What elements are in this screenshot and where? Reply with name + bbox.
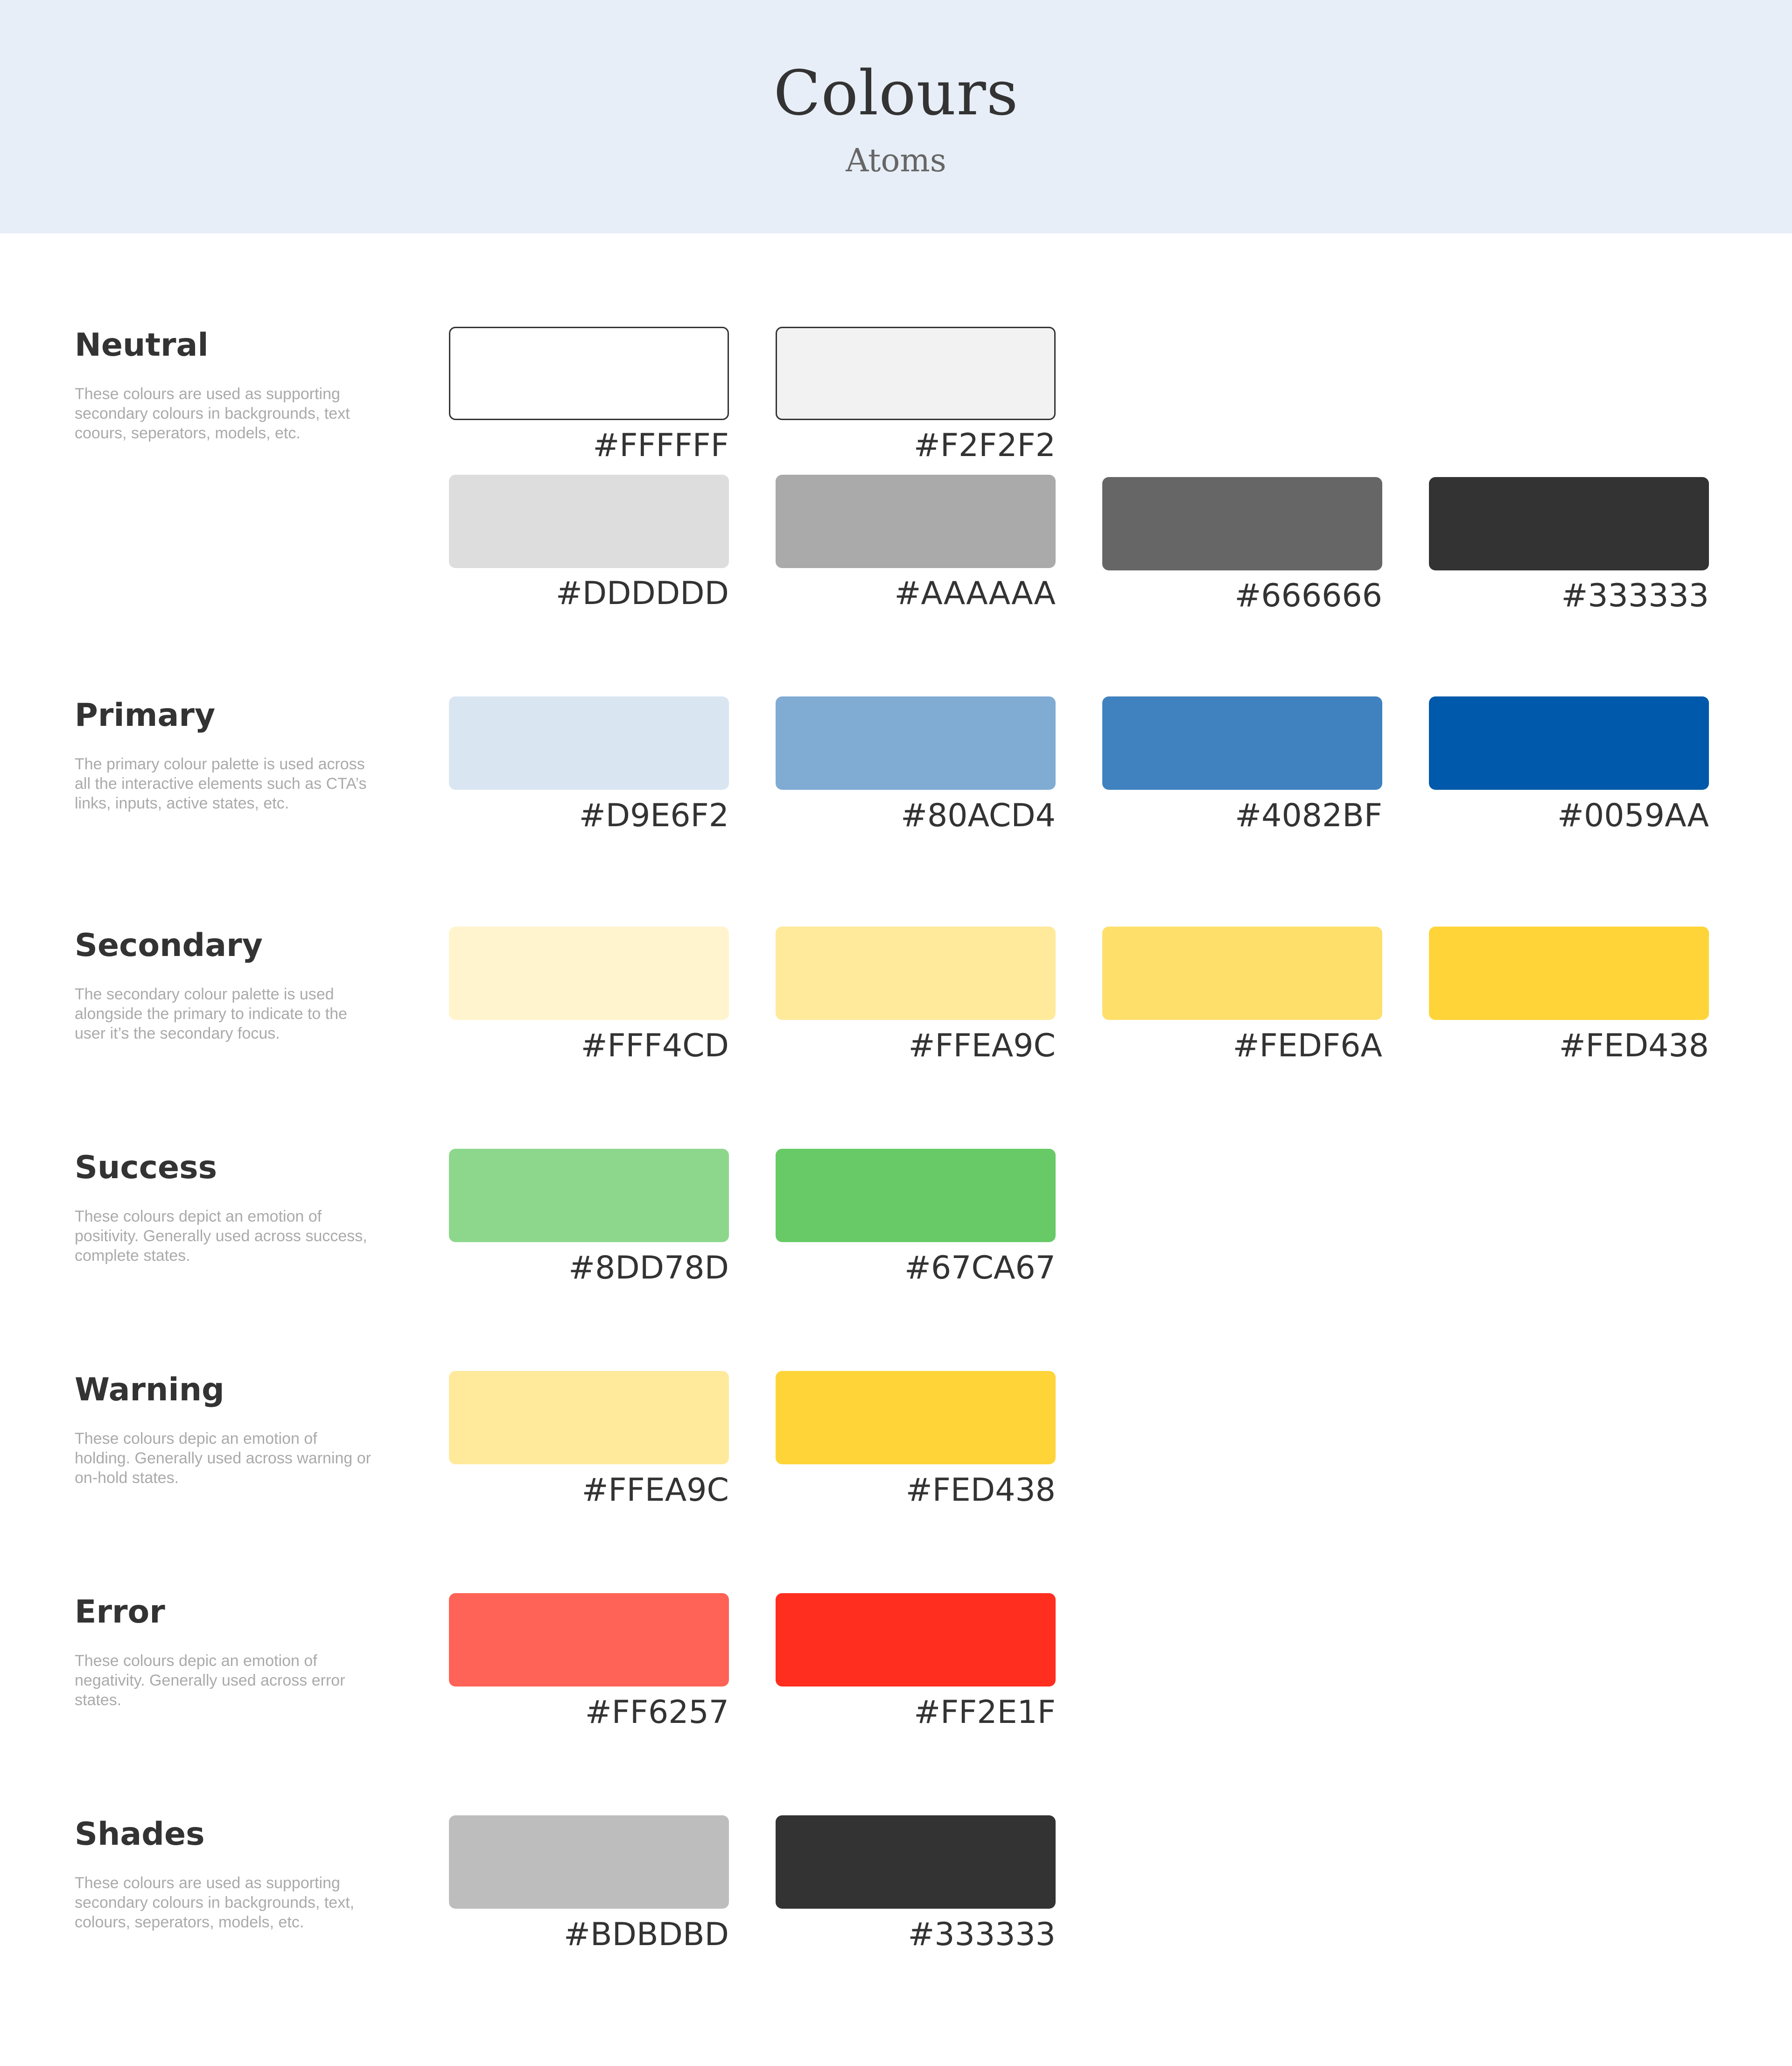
- swatch-secondary-3: [1102, 927, 1382, 1020]
- colours-page: Colours Atoms Neutral These colours are …: [0, 0, 1792, 2066]
- hex-label-warning-1: #FFEA9C: [581, 1472, 729, 1509]
- hex-label-warning-2: #FED438: [905, 1472, 1056, 1509]
- swatch-primary-1: [449, 696, 729, 790]
- hex-label-neutral-4: #AAAAAA: [894, 575, 1056, 612]
- page-subtitle: Atoms: [846, 142, 946, 179]
- section-title-warning: Warning: [75, 1371, 224, 1408]
- hex-label-error-2: #FF2E1F: [914, 1694, 1056, 1731]
- hex-label-secondary-3: #FEDF6A: [1232, 1027, 1382, 1064]
- hex-label-neutral-3: #DDDDDD: [555, 575, 729, 612]
- swatch-error-2: [776, 1593, 1056, 1687]
- section-desc-neutral: These colours are used as supporting sec…: [75, 385, 350, 442]
- swatch-warning-2: [776, 1371, 1056, 1464]
- section-title-primary: Primary: [75, 697, 216, 734]
- swatch-primary-2: [776, 696, 1056, 790]
- hex-label-neutral-2: #F2F2F2: [913, 427, 1056, 464]
- swatch-neutral-6: [1429, 477, 1709, 570]
- section-desc-shades: These colours are used as supporting sec…: [75, 1874, 355, 1931]
- hex-label-primary-4: #0059AA: [1557, 797, 1709, 834]
- swatch-shades-2: [776, 1815, 1056, 1909]
- section-title-error: Error: [75, 1594, 165, 1630]
- swatch-neutral-3: [449, 475, 729, 568]
- section-title-secondary: Secondary: [75, 927, 263, 964]
- hex-label-error-1: #FF6257: [585, 1694, 729, 1731]
- hex-label-neutral-6: #333333: [1561, 577, 1709, 614]
- swatch-primary-3: [1102, 696, 1382, 790]
- hex-label-success-1: #8DD78D: [568, 1250, 729, 1286]
- hex-label-neutral-5: #666666: [1234, 577, 1382, 614]
- hex-label-secondary-1: #FFF4CD: [581, 1027, 729, 1064]
- page-header: Colours Atoms: [0, 0, 1792, 233]
- hex-label-shades-2: #333333: [908, 1916, 1056, 1953]
- section-title-success: Success: [75, 1149, 217, 1186]
- hex-label-secondary-2: #FFEA9C: [908, 1027, 1056, 1064]
- section-desc-warning: These colours depic an emotion of holdin…: [75, 1430, 371, 1487]
- section-desc-error: These colours depic an emotion of negati…: [75, 1652, 345, 1709]
- section-title-shades: Shades: [75, 1816, 205, 1853]
- swatch-secondary-2: [776, 927, 1056, 1020]
- swatch-error-1: [449, 1593, 729, 1687]
- swatch-shades-1: [449, 1815, 729, 1909]
- swatch-neutral-5: [1102, 477, 1382, 570]
- swatch-secondary-1: [449, 927, 729, 1020]
- swatch-primary-4: [1429, 696, 1709, 790]
- hex-label-neutral-1: #FFFFFF: [593, 427, 729, 464]
- section-desc-success: These colours depict an emotion of posit…: [75, 1208, 367, 1265]
- hex-label-primary-2: #80ACD4: [901, 797, 1056, 834]
- swatch-warning-1: [449, 1371, 729, 1464]
- section-title-neutral: Neutral: [75, 327, 209, 364]
- swatch-success-1: [449, 1149, 729, 1242]
- page-title: Colours: [773, 57, 1019, 129]
- hex-label-shades-1: #BDBDBD: [563, 1916, 729, 1953]
- hex-label-primary-3: #4082BF: [1235, 797, 1382, 834]
- section-desc-secondary: The secondary colour palette is used alo…: [75, 985, 348, 1042]
- swatch-neutral-4: [776, 475, 1056, 568]
- swatch-neutral-1: [449, 327, 729, 420]
- hex-label-secondary-4: #FED438: [1559, 1027, 1709, 1064]
- section-desc-primary: The primary colour palette is used acros…: [75, 755, 367, 812]
- hex-label-success-2: #67CA67: [904, 1250, 1056, 1286]
- swatch-success-2: [776, 1149, 1056, 1242]
- swatch-secondary-4: [1429, 927, 1709, 1020]
- swatch-neutral-2: [776, 327, 1056, 420]
- hex-label-primary-1: #D9E6F2: [579, 797, 729, 834]
